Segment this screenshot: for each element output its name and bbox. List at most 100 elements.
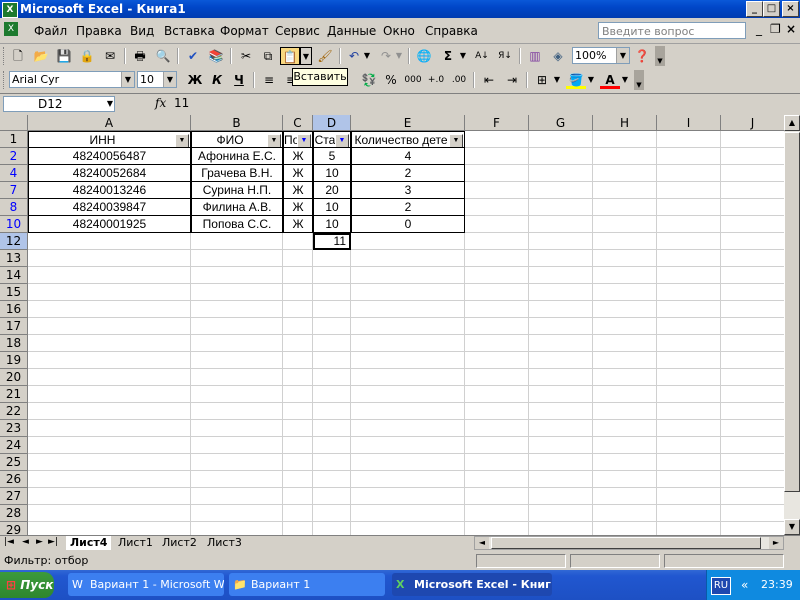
row-header-7[interactable]: 7 <box>0 182 28 199</box>
row-header-8[interactable]: 8 <box>0 199 28 216</box>
insert-function-icon[interactable]: fx <box>155 96 166 110</box>
underline-button[interactable]: Ч <box>229 71 249 89</box>
font-select[interactable]: Arial Cyr ▼ <box>9 71 135 88</box>
data-cell[interactable]: Ж <box>283 199 313 216</box>
currency-icon[interactable]: 💱 <box>359 71 379 89</box>
data-cell[interactable]: 10 <box>313 165 351 182</box>
hyperlink-icon[interactable]: 🌐 <box>414 47 434 65</box>
thousands-button[interactable]: 000 <box>403 71 423 89</box>
worksheet-grid[interactable]: ABCDEFGHIJ 1 2 4 7 8 10 12 13 14 15 16 17 18 19 20 21 22… <box>0 115 784 535</box>
column-header-i[interactable]: I <box>657 115 721 131</box>
research-icon[interactable]: 📚 <box>206 47 226 65</box>
undo-icon[interactable]: ↶ <box>344 47 364 65</box>
row-header-16[interactable]: 16 <box>0 301 28 318</box>
increase-decimal-icon[interactable]: +.0 <box>426 71 446 89</box>
excel-icon[interactable]: X <box>2 2 18 18</box>
cut-icon[interactable]: ✂ <box>236 47 256 65</box>
sheet-tab-list4[interactable]: Лист4 <box>66 536 112 550</box>
save-icon[interactable]: 💾 <box>54 47 74 65</box>
format-painter-icon[interactable]: 🖌 <box>315 47 335 65</box>
active-cell[interactable]: 11 <box>313 233 351 250</box>
data-cell[interactable]: Грачева В.Н. <box>191 165 283 182</box>
taskbar-folder-button[interactable]: 📁 Вариант 1 <box>229 573 385 596</box>
select-all-button[interactable] <box>0 115 28 131</box>
data-cell[interactable]: Афонина Е.С. <box>191 148 283 165</box>
menu-help[interactable]: Справка <box>425 24 478 38</box>
paste-dropdown-icon[interactable]: ▼ <box>300 47 312 65</box>
help-icon[interactable]: ❓ <box>632 47 652 65</box>
data-cell[interactable]: 48240001925 <box>28 216 191 233</box>
permission-icon[interactable]: 🔒 <box>77 47 97 65</box>
row-header-18[interactable]: 18 <box>0 335 28 352</box>
menu-edit[interactable]: Правка <box>76 24 122 38</box>
borders-dropdown-icon[interactable]: ▼ <box>552 71 562 89</box>
align-left-icon[interactable]: ≡ <box>259 71 279 89</box>
data-cell[interactable]: 3 <box>351 182 465 199</box>
start-button[interactable]: ⊞ Пуск <box>0 572 54 598</box>
autofilter-dropdown-icon[interactable]: ▼ <box>267 134 281 147</box>
font-color-icon[interactable]: A <box>600 71 620 89</box>
header-cell[interactable]: ФИО ▼ <box>191 131 283 148</box>
data-cell[interactable]: 2 <box>351 165 465 182</box>
bold-button[interactable]: Ж <box>185 71 205 89</box>
horizontal-scrollbar[interactable]: ◄ ► <box>474 536 784 550</box>
decrease-indent-icon[interactable]: ⇤ <box>479 71 499 89</box>
undo-dropdown-icon[interactable]: ▼ <box>362 47 372 65</box>
data-cell[interactable]: 20 <box>313 182 351 199</box>
data-cell[interactable]: Ж <box>283 148 313 165</box>
column-header-f[interactable]: F <box>465 115 529 131</box>
print-icon[interactable]: 🖶 <box>130 47 150 65</box>
data-cell[interactable]: Ж <box>283 182 313 199</box>
column-header-g[interactable]: G <box>529 115 593 131</box>
menu-tools[interactable]: Сервис <box>275 24 320 38</box>
sheet-tab-list1[interactable]: Лист1 <box>114 536 157 550</box>
row-header-29[interactable]: 29 <box>0 522 28 535</box>
fill-color-icon[interactable]: 🪣 <box>566 71 586 89</box>
italic-button[interactable]: К <box>207 71 227 89</box>
taskbar-excel-button[interactable]: X Microsoft Excel - Книг... <box>392 573 552 596</box>
row-header-24[interactable]: 24 <box>0 437 28 454</box>
next-sheet-icon[interactable]: ► <box>36 537 43 547</box>
data-cell[interactable]: 48240056487 <box>28 148 191 165</box>
menu-file[interactable]: Файл <box>34 24 67 38</box>
scroll-left-icon[interactable]: ◄ <box>475 537 489 549</box>
row-header-19[interactable]: 19 <box>0 352 28 369</box>
scroll-down-icon[interactable]: ▼ <box>784 519 800 535</box>
sheet-tab-list2[interactable]: Лист2 <box>158 536 201 550</box>
column-header-a[interactable]: A <box>28 115 191 131</box>
spelling-icon[interactable]: ✔ <box>183 47 203 65</box>
menu-format[interactable]: Формат <box>220 24 269 38</box>
first-sheet-icon[interactable]: |◄ <box>4 537 14 547</box>
workbook-icon[interactable]: X <box>4 22 18 36</box>
taskbar-word-button[interactable]: W Вариант 1 - Microsoft W... <box>68 573 224 596</box>
chevron-down-icon[interactable]: ▼ <box>107 97 113 111</box>
maximize-button[interactable]: □ <box>763 1 780 17</box>
chevron-down-icon[interactable]: ▼ <box>616 48 629 63</box>
minimize-button[interactable]: _ <box>746 1 763 17</box>
data-cell[interactable]: Ж <box>283 165 313 182</box>
column-header-h[interactable]: H <box>593 115 657 131</box>
font-size-select[interactable]: 10 ▼ <box>137 71 177 88</box>
email-icon[interactable]: ✉ <box>100 47 120 65</box>
doc-minimize-button[interactable]: _ <box>756 22 762 36</box>
data-cell[interactable]: Сурина Н.П. <box>191 182 283 199</box>
column-header-d[interactable]: D <box>313 115 351 131</box>
row-header-20[interactable]: 20 <box>0 369 28 386</box>
scroll-right-icon[interactable]: ► <box>769 537 783 549</box>
prev-sheet-icon[interactable]: ◄ <box>22 537 29 547</box>
print-preview-icon[interactable]: 🔍 <box>153 47 173 65</box>
autofilter-dropdown-icon[interactable]: ▼ <box>449 134 463 147</box>
menu-view[interactable]: Вид <box>130 24 154 38</box>
row-header-27[interactable]: 27 <box>0 488 28 505</box>
header-cell[interactable]: Ста ▼ <box>313 131 351 148</box>
row-header-25[interactable]: 25 <box>0 454 28 471</box>
data-cell[interactable]: 2 <box>351 199 465 216</box>
copy-icon[interactable]: ⧉ <box>258 47 278 65</box>
data-cell[interactable]: Филина А.В. <box>191 199 283 216</box>
tray-expand-icon[interactable]: « <box>741 578 748 592</box>
increase-indent-icon[interactable]: ⇥ <box>502 71 522 89</box>
data-cell[interactable]: 5 <box>313 148 351 165</box>
row-header-13[interactable]: 13 <box>0 250 28 267</box>
ask-question-input[interactable]: Введите вопрос <box>598 22 746 39</box>
data-cell[interactable]: Ж <box>283 216 313 233</box>
